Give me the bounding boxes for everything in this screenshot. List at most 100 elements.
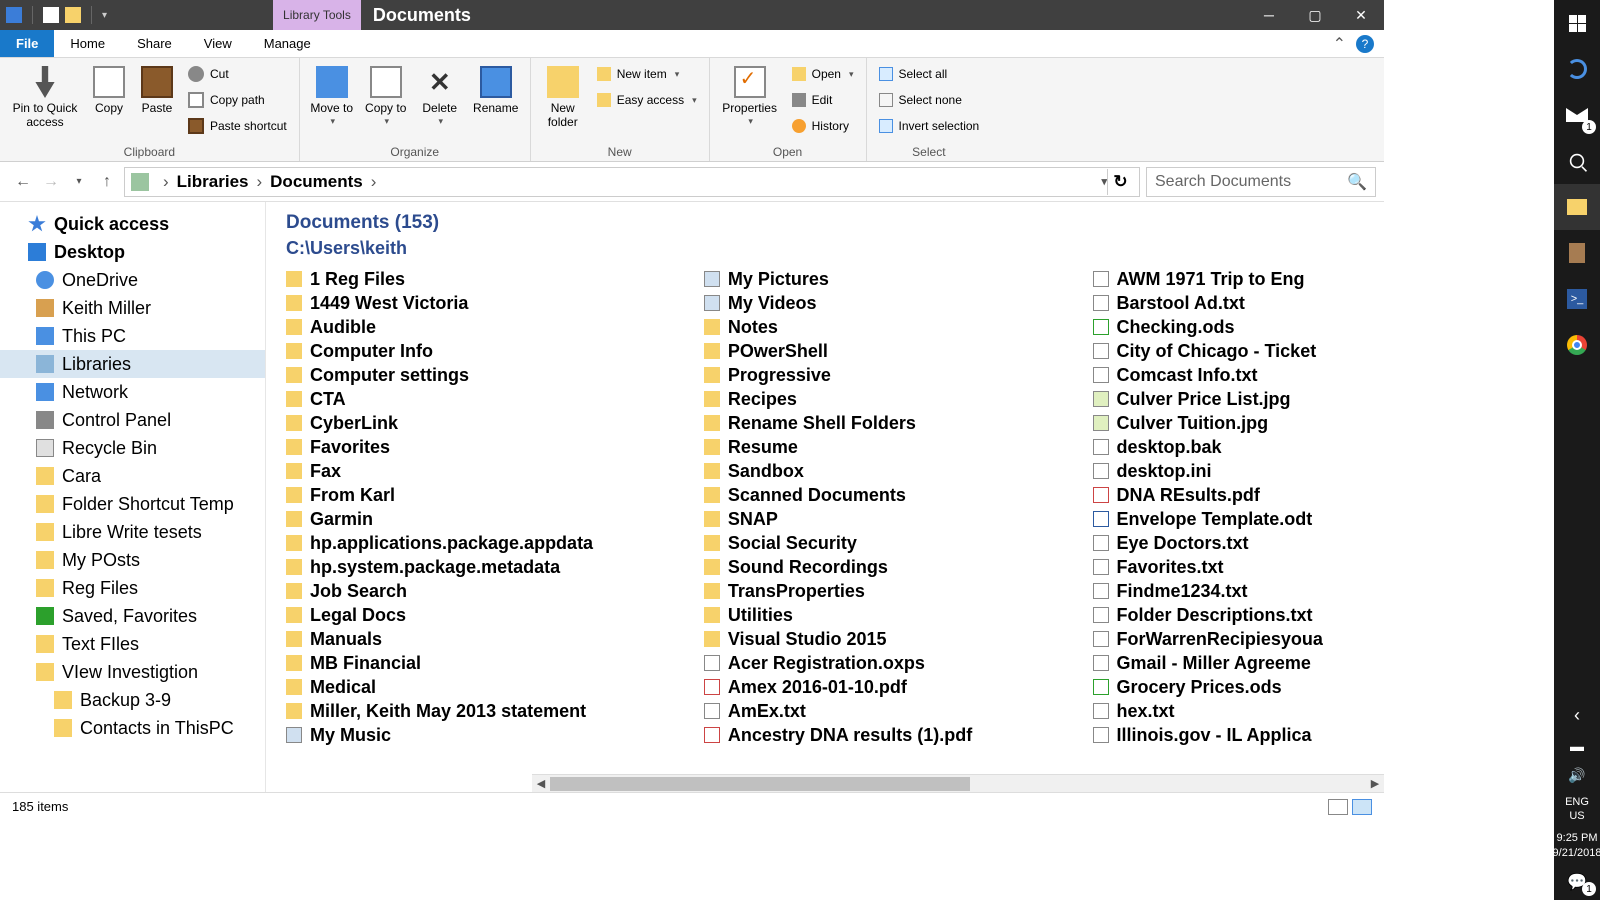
file-item[interactable]: My Videos xyxy=(704,291,1093,315)
mail-icon[interactable]: 1 xyxy=(1554,92,1600,138)
tray-expand-icon[interactable]: ‹ xyxy=(1554,701,1600,731)
file-item[interactable]: City of Chicago - Ticket xyxy=(1093,339,1385,363)
file-item[interactable]: Ancestry DNA results (1).pdf xyxy=(704,723,1093,747)
navtree-item[interactable]: Libre Write tesets xyxy=(0,518,265,546)
file-item[interactable]: AmEx.txt xyxy=(704,699,1093,723)
navtree-item[interactable]: Text FIles xyxy=(0,630,265,658)
moveto-button[interactable]: Move to▾ xyxy=(308,62,356,126)
file-item[interactable]: Gmail - Miller Agreeme xyxy=(1093,651,1385,675)
chrome-icon[interactable] xyxy=(1554,322,1600,368)
navtree-item[interactable]: Backup 3-9 xyxy=(0,686,265,714)
file-item[interactable]: Sandbox xyxy=(704,459,1093,483)
file-item[interactable]: Miller, Keith May 2013 statement xyxy=(286,699,704,723)
battery-icon[interactable]: ▬ xyxy=(1554,731,1600,761)
file-item[interactable]: My Pictures xyxy=(704,267,1093,291)
qat-dropdown-icon[interactable]: ▾ xyxy=(102,10,107,21)
qat-newfolder-icon[interactable] xyxy=(65,7,81,23)
file-item[interactable]: hp.system.package.metadata xyxy=(286,555,704,579)
navtree-item[interactable]: OneDrive xyxy=(0,266,265,294)
minimize-button[interactable]: ─ xyxy=(1246,0,1292,30)
navigation-tree[interactable]: Quick accessDesktopOneDriveKeith Miller T… xyxy=(0,202,266,792)
rename-button[interactable]: Rename xyxy=(470,62,522,116)
language-indicator[interactable]: ENGUS xyxy=(1565,791,1589,828)
navtree-item[interactable]: Recycle Bin xyxy=(0,434,265,462)
navtree-item[interactable]: VIew Investigtion xyxy=(0,658,265,686)
file-item[interactable]: 1 Reg Files xyxy=(286,267,704,291)
file-item[interactable]: Job Search xyxy=(286,579,704,603)
easyaccess-button[interactable]: Easy access▾ xyxy=(593,88,701,112)
history-button[interactable]: History xyxy=(788,114,858,138)
open-button[interactable]: Open▾ xyxy=(788,62,858,86)
navtree-item[interactable]: Desktop xyxy=(0,238,265,266)
file-item[interactable]: Eye Doctors.txt xyxy=(1093,531,1385,555)
paste-button[interactable]: Paste xyxy=(136,62,178,116)
navtree-item[interactable]: Folder Shortcut Temp xyxy=(0,490,265,518)
file-item[interactable]: Legal Docs xyxy=(286,603,704,627)
file-item[interactable]: Favorites.txt xyxy=(1093,555,1385,579)
tab-manage[interactable]: Manage xyxy=(248,30,327,57)
navtree-item[interactable]: Quick access xyxy=(0,210,265,238)
delete-button[interactable]: ✕Delete▾ xyxy=(416,62,464,126)
file-item[interactable]: Social Security xyxy=(704,531,1093,555)
file-item[interactable]: Garmin xyxy=(286,507,704,531)
copy-button[interactable]: Copy xyxy=(88,62,130,116)
edge-icon[interactable] xyxy=(1554,46,1600,92)
scroll-right-icon[interactable]: ▶ xyxy=(1366,777,1384,790)
file-item[interactable]: MB Financial xyxy=(286,651,704,675)
file-item[interactable]: CyberLink xyxy=(286,411,704,435)
navtree-item[interactable]: Libraries xyxy=(0,350,265,378)
file-item[interactable]: desktop.ini xyxy=(1093,459,1385,483)
navtree-item[interactable]: Saved, Favorites xyxy=(0,602,265,630)
details-view-button[interactable] xyxy=(1328,799,1348,815)
file-item[interactable]: Amex 2016-01-10.pdf xyxy=(704,675,1093,699)
tab-home[interactable]: Home xyxy=(54,30,121,57)
scroll-thumb[interactable] xyxy=(550,777,970,791)
crumb-documents[interactable]: Documents xyxy=(270,172,363,192)
clock[interactable]: 9:25 PM9/21/2018 xyxy=(1553,827,1600,864)
invertselection-button[interactable]: Invert selection xyxy=(875,114,984,138)
file-item[interactable]: Culver Price List.jpg xyxy=(1093,387,1385,411)
navtree-item[interactable]: Keith Miller xyxy=(0,294,265,322)
notepad-icon[interactable] xyxy=(1554,230,1600,276)
icons-view-button[interactable] xyxy=(1352,799,1372,815)
file-item[interactable]: AWM 1971 Trip to Eng xyxy=(1093,267,1385,291)
crumb-libraries[interactable]: Libraries xyxy=(177,172,249,192)
forward-button[interactable]: → xyxy=(40,171,62,193)
start-button[interactable] xyxy=(1554,0,1600,46)
horizontal-scrollbar[interactable]: ◀ ▶ xyxy=(532,774,1384,792)
file-item[interactable]: TransProperties xyxy=(704,579,1093,603)
newfolder-button[interactable]: New folder xyxy=(539,62,587,130)
navtree-item[interactable]: Contacts in ThisPC xyxy=(0,714,265,742)
file-item[interactable]: Culver Tuition.jpg xyxy=(1093,411,1385,435)
help-icon[interactable]: ? xyxy=(1356,35,1374,53)
properties-button[interactable]: Properties▾ xyxy=(718,62,782,126)
file-item[interactable]: My Music xyxy=(286,723,704,747)
file-item[interactable]: Checking.ods xyxy=(1093,315,1385,339)
breadcrumb[interactable]: › Libraries › Documents › ▾ ↻ xyxy=(124,167,1140,197)
navtree-item[interactable]: Network xyxy=(0,378,265,406)
file-item[interactable]: Findme1234.txt xyxy=(1093,579,1385,603)
file-item[interactable]: Medical xyxy=(286,675,704,699)
file-item[interactable]: Grocery Prices.ods xyxy=(1093,675,1385,699)
cut-button[interactable]: Cut xyxy=(184,62,291,86)
file-item[interactable]: CTA xyxy=(286,387,704,411)
close-button[interactable]: ✕ xyxy=(1338,0,1384,30)
explorer-icon[interactable] xyxy=(1554,184,1600,230)
tab-view[interactable]: View xyxy=(188,30,248,57)
file-item[interactable]: Audible xyxy=(286,315,704,339)
copypath-button[interactable]: Copy path xyxy=(184,88,291,112)
file-item[interactable]: hp.applications.package.appdata xyxy=(286,531,704,555)
file-item[interactable]: Progressive xyxy=(704,363,1093,387)
file-item[interactable]: SNAP xyxy=(704,507,1093,531)
file-item[interactable]: hex.txt xyxy=(1093,699,1385,723)
file-item[interactable]: Acer Registration.oxps xyxy=(704,651,1093,675)
file-item[interactable]: Computer Info xyxy=(286,339,704,363)
action-center-icon[interactable]: 💬1 xyxy=(1554,864,1600,900)
up-button[interactable]: ↑ xyxy=(96,171,118,193)
file-item[interactable]: Visual Studio 2015 xyxy=(704,627,1093,651)
file-item[interactable]: Manuals xyxy=(286,627,704,651)
navtree-item[interactable]: Control Panel xyxy=(0,406,265,434)
file-item[interactable]: Computer settings xyxy=(286,363,704,387)
navtree-item[interactable]: Reg Files xyxy=(0,574,265,602)
file-item[interactable]: Resume xyxy=(704,435,1093,459)
